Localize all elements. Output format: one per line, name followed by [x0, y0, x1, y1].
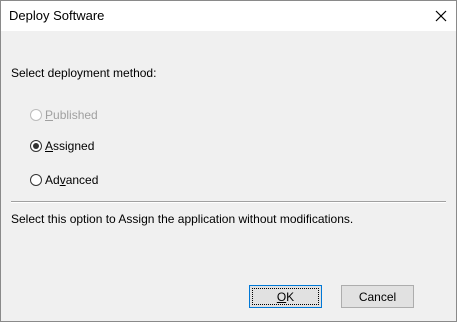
accelerator-p: P: [45, 108, 54, 122]
focus-rectangle: [252, 288, 319, 305]
close-button[interactable]: [426, 1, 456, 31]
radio-label-published: Published: [45, 108, 98, 122]
radio-button-advanced[interactable]: [30, 174, 42, 186]
radio-published: Published: [30, 106, 98, 124]
accelerator-a: A: [45, 139, 54, 153]
label-rest: anced: [65, 173, 99, 187]
radio-advanced[interactable]: Advanced: [30, 171, 98, 189]
option-description: Select this option to Assign the applica…: [11, 212, 354, 226]
close-icon: [435, 10, 447, 22]
ok-button[interactable]: OK: [249, 285, 322, 308]
separator-line: [11, 201, 446, 203]
label-rest: ssigned: [53, 139, 95, 153]
cancel-button[interactable]: Cancel: [341, 285, 414, 308]
dialog-title: Deploy Software: [9, 8, 105, 23]
radio-button-assigned[interactable]: [30, 140, 42, 152]
deploy-software-dialog: Deploy Software Select deployment method…: [0, 0, 457, 322]
radio-label-advanced[interactable]: Advanced: [45, 173, 98, 187]
label-prefix: Ad: [45, 173, 60, 187]
radio-checked-dot: [33, 143, 39, 149]
radio-button-published: [30, 109, 42, 121]
title-bar: Deploy Software: [1, 1, 456, 31]
radio-label-assigned[interactable]: Assigned: [45, 139, 94, 153]
radio-assigned[interactable]: Assigned: [30, 137, 94, 155]
deployment-method-prompt: Select deployment method:: [11, 66, 157, 80]
label-rest: ublished: [53, 108, 98, 122]
